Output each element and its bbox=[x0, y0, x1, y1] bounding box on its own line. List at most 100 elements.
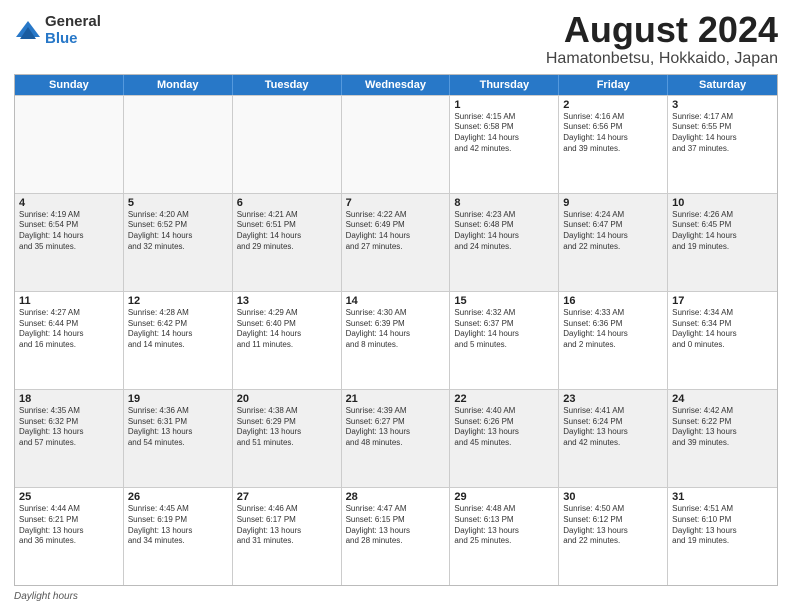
calendar-day-header: Friday bbox=[559, 75, 668, 95]
calendar-cell: 22Sunrise: 4:40 AM Sunset: 6:26 PM Dayli… bbox=[450, 390, 559, 487]
calendar-cell: 8Sunrise: 4:23 AM Sunset: 6:48 PM Daylig… bbox=[450, 194, 559, 291]
day-number: 22 bbox=[454, 393, 554, 405]
logo-icon bbox=[14, 17, 42, 45]
cell-info: Sunrise: 4:20 AM Sunset: 6:52 PM Dayligh… bbox=[128, 210, 228, 253]
day-number: 2 bbox=[563, 99, 663, 111]
calendar-cell: 26Sunrise: 4:45 AM Sunset: 6:19 PM Dayli… bbox=[124, 488, 233, 585]
logo-text: General Blue bbox=[45, 14, 101, 47]
calendar-cell: 7Sunrise: 4:22 AM Sunset: 6:49 PM Daylig… bbox=[342, 194, 451, 291]
calendar-cell: 30Sunrise: 4:50 AM Sunset: 6:12 PM Dayli… bbox=[559, 488, 668, 585]
calendar-day-header: Sunday bbox=[15, 75, 124, 95]
cell-info: Sunrise: 4:29 AM Sunset: 6:40 PM Dayligh… bbox=[237, 308, 337, 351]
calendar-week: 25Sunrise: 4:44 AM Sunset: 6:21 PM Dayli… bbox=[15, 487, 777, 585]
day-number: 12 bbox=[128, 295, 228, 307]
calendar-week: 1Sunrise: 4:15 AM Sunset: 6:58 PM Daylig… bbox=[15, 95, 777, 193]
day-number: 26 bbox=[128, 491, 228, 503]
day-number: 14 bbox=[346, 295, 446, 307]
calendar-cell: 9Sunrise: 4:24 AM Sunset: 6:47 PM Daylig… bbox=[559, 194, 668, 291]
title-block: August 2024 Hamatonbetsu, Hokkaido, Japa… bbox=[546, 10, 778, 68]
cell-info: Sunrise: 4:30 AM Sunset: 6:39 PM Dayligh… bbox=[346, 308, 446, 351]
cell-info: Sunrise: 4:35 AM Sunset: 6:32 PM Dayligh… bbox=[19, 406, 119, 449]
calendar-week: 18Sunrise: 4:35 AM Sunset: 6:32 PM Dayli… bbox=[15, 389, 777, 487]
calendar-cell bbox=[342, 96, 451, 193]
cell-info: Sunrise: 4:40 AM Sunset: 6:26 PM Dayligh… bbox=[454, 406, 554, 449]
calendar-cell: 20Sunrise: 4:38 AM Sunset: 6:29 PM Dayli… bbox=[233, 390, 342, 487]
calendar-header: SundayMondayTuesdayWednesdayThursdayFrid… bbox=[15, 75, 777, 95]
cell-info: Sunrise: 4:27 AM Sunset: 6:44 PM Dayligh… bbox=[19, 308, 119, 351]
cell-info: Sunrise: 4:17 AM Sunset: 6:55 PM Dayligh… bbox=[672, 112, 773, 155]
calendar-cell: 6Sunrise: 4:21 AM Sunset: 6:51 PM Daylig… bbox=[233, 194, 342, 291]
day-number: 8 bbox=[454, 197, 554, 209]
calendar-week: 4Sunrise: 4:19 AM Sunset: 6:54 PM Daylig… bbox=[15, 193, 777, 291]
day-number: 17 bbox=[672, 295, 773, 307]
calendar-cell bbox=[233, 96, 342, 193]
cell-info: Sunrise: 4:23 AM Sunset: 6:48 PM Dayligh… bbox=[454, 210, 554, 253]
cell-info: Sunrise: 4:33 AM Sunset: 6:36 PM Dayligh… bbox=[563, 308, 663, 351]
header: General Blue August 2024 Hamatonbetsu, H… bbox=[14, 10, 778, 68]
footer: Daylight hours bbox=[14, 591, 778, 602]
logo-blue: Blue bbox=[45, 31, 101, 48]
footer-label: Daylight hours bbox=[14, 591, 78, 602]
day-number: 25 bbox=[19, 491, 119, 503]
cell-info: Sunrise: 4:34 AM Sunset: 6:34 PM Dayligh… bbox=[672, 308, 773, 351]
day-number: 23 bbox=[563, 393, 663, 405]
calendar-cell: 27Sunrise: 4:46 AM Sunset: 6:17 PM Dayli… bbox=[233, 488, 342, 585]
calendar-cell: 21Sunrise: 4:39 AM Sunset: 6:27 PM Dayli… bbox=[342, 390, 451, 487]
calendar-cell: 2Sunrise: 4:16 AM Sunset: 6:56 PM Daylig… bbox=[559, 96, 668, 193]
cell-info: Sunrise: 4:48 AM Sunset: 6:13 PM Dayligh… bbox=[454, 504, 554, 547]
calendar-cell: 14Sunrise: 4:30 AM Sunset: 6:39 PM Dayli… bbox=[342, 292, 451, 389]
cell-info: Sunrise: 4:22 AM Sunset: 6:49 PM Dayligh… bbox=[346, 210, 446, 253]
calendar-week: 11Sunrise: 4:27 AM Sunset: 6:44 PM Dayli… bbox=[15, 291, 777, 389]
cell-info: Sunrise: 4:16 AM Sunset: 6:56 PM Dayligh… bbox=[563, 112, 663, 155]
calendar-day-header: Saturday bbox=[668, 75, 777, 95]
day-number: 9 bbox=[563, 197, 663, 209]
calendar-cell: 23Sunrise: 4:41 AM Sunset: 6:24 PM Dayli… bbox=[559, 390, 668, 487]
calendar-cell: 25Sunrise: 4:44 AM Sunset: 6:21 PM Dayli… bbox=[15, 488, 124, 585]
page: General Blue August 2024 Hamatonbetsu, H… bbox=[0, 0, 792, 612]
cell-info: Sunrise: 4:24 AM Sunset: 6:47 PM Dayligh… bbox=[563, 210, 663, 253]
calendar-cell: 24Sunrise: 4:42 AM Sunset: 6:22 PM Dayli… bbox=[668, 390, 777, 487]
day-number: 27 bbox=[237, 491, 337, 503]
calendar-cell: 3Sunrise: 4:17 AM Sunset: 6:55 PM Daylig… bbox=[668, 96, 777, 193]
day-number: 20 bbox=[237, 393, 337, 405]
day-number: 11 bbox=[19, 295, 119, 307]
day-number: 10 bbox=[672, 197, 773, 209]
calendar-cell: 13Sunrise: 4:29 AM Sunset: 6:40 PM Dayli… bbox=[233, 292, 342, 389]
day-number: 5 bbox=[128, 197, 228, 209]
day-number: 18 bbox=[19, 393, 119, 405]
cell-info: Sunrise: 4:15 AM Sunset: 6:58 PM Dayligh… bbox=[454, 112, 554, 155]
calendar-cell: 18Sunrise: 4:35 AM Sunset: 6:32 PM Dayli… bbox=[15, 390, 124, 487]
day-number: 24 bbox=[672, 393, 773, 405]
calendar: SundayMondayTuesdayWednesdayThursdayFrid… bbox=[14, 74, 778, 586]
calendar-cell: 10Sunrise: 4:26 AM Sunset: 6:45 PM Dayli… bbox=[668, 194, 777, 291]
cell-info: Sunrise: 4:41 AM Sunset: 6:24 PM Dayligh… bbox=[563, 406, 663, 449]
main-title: August 2024 bbox=[546, 10, 778, 50]
calendar-cell: 12Sunrise: 4:28 AM Sunset: 6:42 PM Dayli… bbox=[124, 292, 233, 389]
day-number: 7 bbox=[346, 197, 446, 209]
day-number: 13 bbox=[237, 295, 337, 307]
logo-general: General bbox=[45, 14, 101, 31]
day-number: 15 bbox=[454, 295, 554, 307]
cell-info: Sunrise: 4:32 AM Sunset: 6:37 PM Dayligh… bbox=[454, 308, 554, 351]
calendar-day-header: Monday bbox=[124, 75, 233, 95]
calendar-day-header: Thursday bbox=[450, 75, 559, 95]
calendar-cell: 4Sunrise: 4:19 AM Sunset: 6:54 PM Daylig… bbox=[15, 194, 124, 291]
calendar-day-header: Wednesday bbox=[342, 75, 451, 95]
logo: General Blue bbox=[14, 14, 101, 47]
cell-info: Sunrise: 4:47 AM Sunset: 6:15 PM Dayligh… bbox=[346, 504, 446, 547]
cell-info: Sunrise: 4:45 AM Sunset: 6:19 PM Dayligh… bbox=[128, 504, 228, 547]
cell-info: Sunrise: 4:36 AM Sunset: 6:31 PM Dayligh… bbox=[128, 406, 228, 449]
calendar-cell: 5Sunrise: 4:20 AM Sunset: 6:52 PM Daylig… bbox=[124, 194, 233, 291]
day-number: 21 bbox=[346, 393, 446, 405]
calendar-cell: 16Sunrise: 4:33 AM Sunset: 6:36 PM Dayli… bbox=[559, 292, 668, 389]
day-number: 6 bbox=[237, 197, 337, 209]
calendar-day-header: Tuesday bbox=[233, 75, 342, 95]
calendar-cell: 28Sunrise: 4:47 AM Sunset: 6:15 PM Dayli… bbox=[342, 488, 451, 585]
cell-info: Sunrise: 4:26 AM Sunset: 6:45 PM Dayligh… bbox=[672, 210, 773, 253]
day-number: 16 bbox=[563, 295, 663, 307]
subtitle: Hamatonbetsu, Hokkaido, Japan bbox=[546, 50, 778, 68]
calendar-cell: 11Sunrise: 4:27 AM Sunset: 6:44 PM Dayli… bbox=[15, 292, 124, 389]
cell-info: Sunrise: 4:28 AM Sunset: 6:42 PM Dayligh… bbox=[128, 308, 228, 351]
day-number: 4 bbox=[19, 197, 119, 209]
day-number: 29 bbox=[454, 491, 554, 503]
